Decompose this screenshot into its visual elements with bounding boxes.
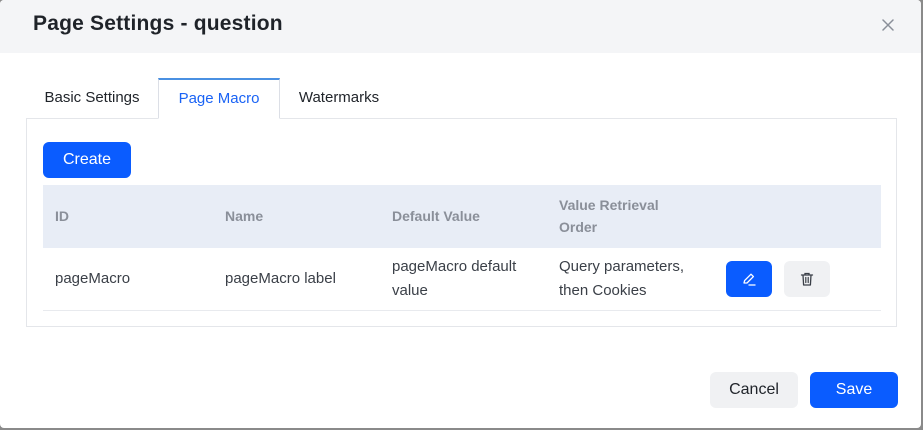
tab-basic-settings[interactable]: Basic Settings bbox=[26, 78, 158, 118]
close-button[interactable] bbox=[878, 15, 898, 35]
column-header-id: ID bbox=[55, 208, 69, 224]
table-row: pageMacro pageMacro label pageMacro defa… bbox=[43, 248, 881, 311]
trash-icon bbox=[800, 272, 814, 286]
tab-watermarks[interactable]: Watermarks bbox=[280, 78, 398, 118]
edit-icon bbox=[743, 273, 756, 286]
cell-name: pageMacro label bbox=[225, 270, 336, 287]
cell-id: pageMacro bbox=[55, 270, 131, 287]
dialog-header: Page Settings - question bbox=[0, 0, 921, 53]
create-button[interactable]: Create bbox=[43, 142, 131, 178]
table-header: ID Name Default Value Value Retrieval Or… bbox=[43, 185, 881, 248]
cell-default-value: pageMacro default value bbox=[392, 258, 517, 299]
close-icon bbox=[882, 19, 894, 31]
save-button[interactable]: Save bbox=[810, 372, 898, 408]
page-macro-panel: Create ID Name Default Value Value Retri… bbox=[26, 118, 897, 327]
column-header-name: Name bbox=[225, 208, 264, 224]
cancel-button[interactable]: Cancel bbox=[710, 372, 798, 408]
delete-button[interactable] bbox=[784, 261, 830, 297]
column-header-retrieval-order: Value Retrieval Order bbox=[559, 197, 659, 235]
column-header-default-value: Default Value bbox=[392, 208, 480, 224]
cell-retrieval-order: Query parameters, then Cookies bbox=[559, 258, 685, 299]
dialog-title: Page Settings - question bbox=[33, 12, 283, 35]
tab-page-macro[interactable]: Page Macro bbox=[158, 78, 280, 119]
edit-button[interactable] bbox=[726, 261, 772, 297]
page-settings-dialog: Page Settings - question Basic Settings … bbox=[0, 0, 921, 428]
